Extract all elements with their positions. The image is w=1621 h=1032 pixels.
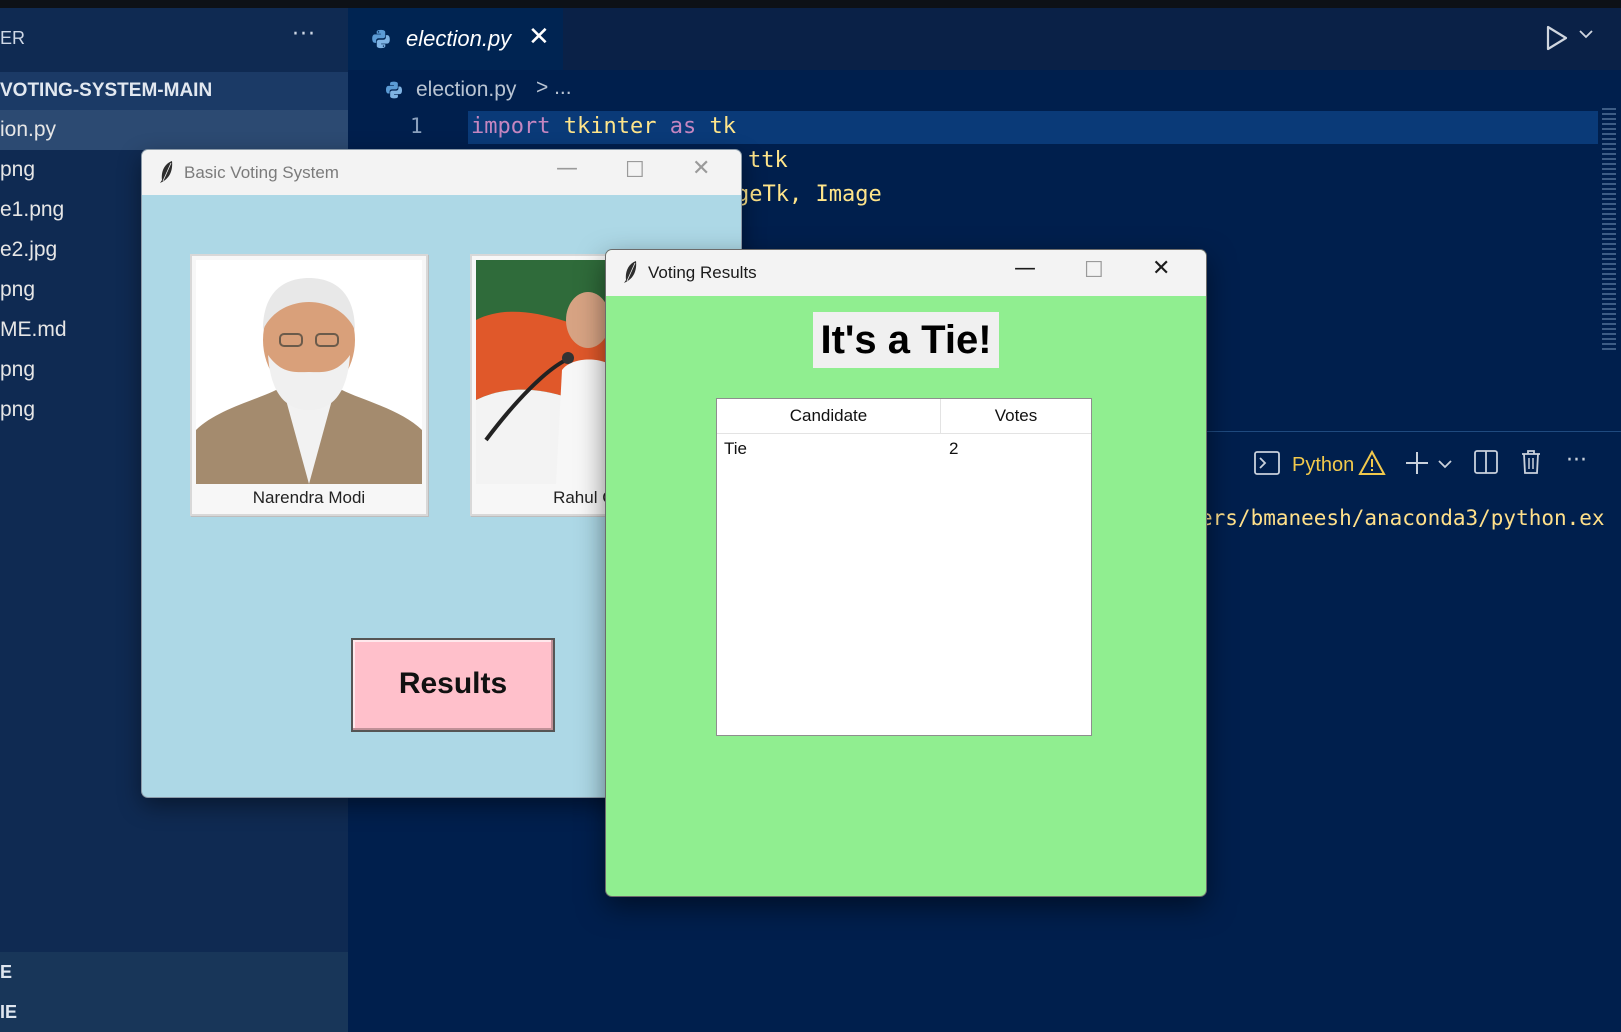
code-alias: tk [709,114,736,139]
terminal-output[interactable]: ers/bmaneesh/anaconda3/python.ex [1200,506,1605,530]
code-line-1[interactable]: import tkinter as tk [471,114,736,139]
cell-candidate: Tie [724,439,747,458]
explorer-header: ER ··· [0,8,348,72]
minimap[interactable] [1602,108,1616,353]
results-button[interactable]: Results [351,638,555,732]
result-heading: It's a Tie! [813,312,999,368]
table-header: Candidate Votes [717,399,1091,434]
code-keyword: as [669,114,697,139]
python-file-icon [386,81,402,99]
split-icon[interactable] [1474,450,1498,474]
outline-section[interactable]: E [0,952,348,992]
window-titlebar[interactable]: Basic Voting System — ☐ ✕ [142,150,741,195]
code-keyword: import [471,114,551,139]
tab-election-py[interactable]: election.py ✕ [348,8,563,70]
project-name: VOTING-SYSTEM-MAIN [0,80,213,101]
feather-icon [160,161,173,183]
close-icon[interactable]: ✕ [1152,256,1170,281]
project-folder[interactable]: VOTING-SYSTEM-MAIN [0,72,348,110]
more-icon[interactable]: ··· [292,22,316,47]
panel-divider [1200,431,1621,432]
tab-label: election.py [406,26,512,51]
cell-votes: 2 [949,439,959,458]
breadcrumb-file[interactable]: election.py [416,78,516,102]
results-table[interactable]: Candidate Votes Tie 2 [716,398,1092,736]
column-header-votes[interactable]: Votes [941,399,1091,433]
candidate-name: Narendra Modi [252,488,366,507]
plus-icon[interactable] [1404,450,1430,476]
chevron-down-icon[interactable] [1578,26,1594,42]
window-title: Basic Voting System [184,163,339,182]
more-icon[interactable]: ··· [1566,448,1587,473]
line-number: 1 [410,114,423,138]
code-module: tkinter [563,114,657,139]
code-line-2[interactable]: ttk [748,148,788,173]
trash-icon[interactable] [1520,449,1542,475]
column-header-candidate[interactable]: Candidate [717,399,941,433]
explorer-title: ER [0,28,26,48]
timeline-section[interactable]: IE [0,992,348,1032]
python-file-icon [372,29,390,49]
breadcrumb-symbols[interactable]: > ... [536,76,572,100]
title-strip [0,0,1621,8]
maximize-icon[interactable]: ☐ [625,158,645,183]
sidebar-bottom-sections: E IE [0,952,348,1032]
editor-tabbar: election.py ✕ [348,8,1621,70]
chevron-down-icon[interactable] [1438,458,1452,470]
candidate-button-1[interactable]: Narendra Modi [190,254,428,516]
terminal-icon[interactable] [1254,451,1280,475]
table-row[interactable]: Tie 2 [717,435,1091,465]
maximize-icon[interactable]: ☐ [1084,258,1104,283]
file-item[interactable]: ion.py [0,110,348,150]
candidate-photo [196,260,422,484]
window-titlebar[interactable]: Voting Results — ☐ ✕ [606,250,1206,296]
code-line-3[interactable]: geTk, Image [736,182,882,207]
minimize-icon[interactable]: — [556,156,578,181]
terminal-shell-label[interactable]: Python [1292,454,1354,477]
close-icon[interactable]: ✕ [528,22,550,52]
feather-icon [624,261,637,283]
voting-results-window: Voting Results — ☐ ✕ It's a Tie! Candida… [606,250,1206,896]
close-icon[interactable]: ✕ [692,156,710,181]
minimize-icon[interactable]: — [1014,256,1036,281]
window-title: Voting Results [648,263,757,282]
run-icon[interactable] [1545,24,1569,52]
warning-icon [1358,450,1386,475]
